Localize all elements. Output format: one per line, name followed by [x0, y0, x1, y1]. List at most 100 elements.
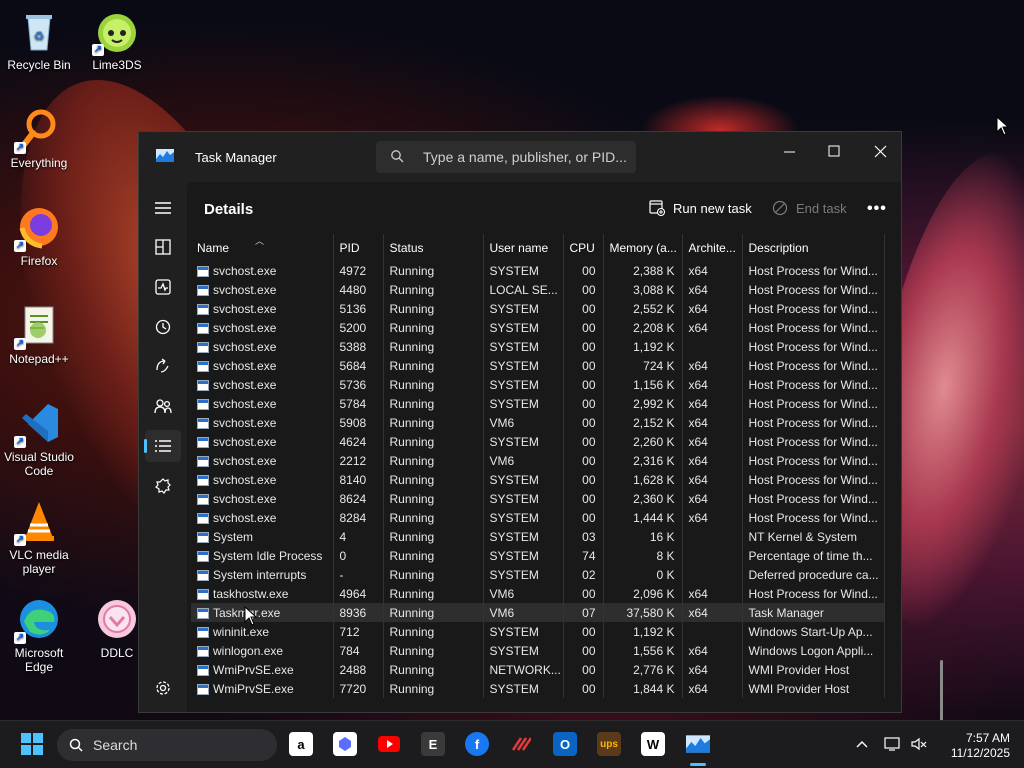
column-header-description[interactable]: Description: [742, 234, 885, 261]
cell-cpu: 00: [563, 318, 604, 337]
table-row[interactable]: svchost.exe 5908 Running VM6 00 2,152 Kx64 Hos…: [191, 413, 885, 432]
taskbar-facebook[interactable]: f: [465, 732, 489, 756]
cell-pid: 5736: [333, 375, 384, 394]
cell-pid: 712: [333, 622, 384, 641]
table-row[interactable]: svchost.exe 4972 Running SYSTEM 00 2,388 Kx64…: [191, 261, 885, 280]
title-bar[interactable]: Task Manager Type a name, publisher, or …: [139, 132, 901, 182]
table-row[interactable]: winlogon.exe 784 Running SYSTEM 00 1,556 Kx64…: [191, 641, 885, 660]
nav-performance[interactable]: [145, 271, 181, 303]
table-row[interactable]: System Idle Process 0 Running SYSTEM 74 8 K Pe…: [191, 546, 885, 565]
table-row[interactable]: wininit.exe 712 Running SYSTEM 00 1,192 K Wind…: [191, 622, 885, 641]
start-button[interactable]: [20, 732, 44, 756]
table-row[interactable]: svchost.exe 2212 Running VM6 00 2,316 Kx64 Hos…: [191, 451, 885, 470]
process-icon: [197, 265, 209, 277]
column-header-name[interactable]: Name: [191, 234, 334, 261]
desktop-icon-recycle-bin[interactable]: ♻ Recycle Bin: [0, 8, 78, 72]
taskbar-amazon[interactable]: a: [289, 732, 313, 756]
cell-status: Running: [383, 584, 484, 603]
show-hidden-icons-button[interactable]: [850, 732, 874, 756]
desktop-icon-label: VLC media player: [9, 548, 69, 576]
process-icon: [197, 607, 209, 619]
table-row[interactable]: WmiPrvSE.exe 7720 Running SYSTEM 00 1,844 Kx6…: [191, 679, 885, 698]
table-row[interactable]: svchost.exe 4624 Running SYSTEM 00 2,260 Kx64…: [191, 432, 885, 451]
taskbar-search-label: Search: [93, 737, 138, 753]
cell-user-name: VM6: [483, 584, 564, 603]
table-row[interactable]: System 4 Running SYSTEM 03 16 K NT Kernel & Sy…: [191, 527, 885, 546]
process-icon: [197, 417, 209, 429]
desktop-icon-edge[interactable]: ↗ Microsoft Edge: [0, 596, 78, 674]
more-options-button[interactable]: •••: [867, 200, 887, 218]
run-new-task-button[interactable]: Run new task: [649, 200, 752, 216]
users-icon: [154, 399, 172, 414]
cell-name: svchost.exe: [191, 394, 334, 413]
desktop-icon-notepadpp[interactable]: ↗ Notepad++: [0, 302, 78, 366]
cell-pid: 4964: [333, 584, 384, 603]
process-icon: [197, 569, 209, 581]
desktop-icon-lime3ds[interactable]: ↗ Lime3DS: [78, 8, 156, 72]
table-row[interactable]: svchost.exe 5136 Running SYSTEM 00 2,552 Kx64…: [191, 299, 885, 318]
table-row[interactable]: Taskmgr.exe8936RunningVM60737,580 Kx64Ta…: [191, 603, 885, 622]
settings-button[interactable]: [145, 672, 181, 704]
nav-startup-apps[interactable]: [145, 350, 181, 382]
cell-description: WMI Provider Host: [742, 679, 885, 698]
hamburger-menu-button[interactable]: [145, 192, 181, 224]
cell-architecture: [682, 565, 743, 584]
minimize-button[interactable]: [774, 138, 804, 164]
taskbar-youtube[interactable]: [377, 732, 401, 756]
taskbar-task-manager[interactable]: [685, 732, 711, 756]
column-header-memory[interactable]: Memory (a...: [603, 234, 683, 261]
table-row[interactable]: svchost.exe 8624 Running SYSTEM 00 2,360 Kx64…: [191, 489, 885, 508]
cell-pid: 5908: [333, 413, 384, 432]
column-header-pid[interactable]: PID: [333, 234, 384, 261]
table-row[interactable]: svchost.exe 5684 Running SYSTEM 00 724 Kx64 Ho…: [191, 356, 885, 375]
taskbar-wikipedia[interactable]: W: [641, 732, 665, 756]
facebook-icon: f: [474, 736, 480, 752]
cell-architecture: x64: [682, 413, 743, 432]
desktop-icon-everything[interactable]: ↗ Everything: [0, 106, 78, 170]
cell-description: Host Process for Wind...: [742, 394, 885, 413]
desktop-icon-vlc[interactable]: ↗ VLC media player: [0, 498, 78, 576]
maximize-button[interactable]: [819, 138, 849, 164]
column-header-user-name[interactable]: User name: [483, 234, 564, 261]
column-header-cpu[interactable]: CPU: [563, 234, 604, 261]
desktop-icon-firefox[interactable]: ↗ Firefox: [0, 204, 78, 268]
table-row[interactable]: svchost.exe 5388 Running SYSTEM 00 1,192 K Hos…: [191, 337, 885, 356]
table-row[interactable]: svchost.exe 5784 Running SYSTEM 00 2,992 Kx64…: [191, 394, 885, 413]
volume-button[interactable]: [907, 732, 931, 756]
cell-pid: 8936: [333, 603, 384, 622]
process-name: svchost.exe: [213, 301, 277, 316]
cell-memory: 1,444 K: [603, 508, 683, 527]
taskbar-outlook[interactable]: O: [553, 732, 577, 756]
nav-processes[interactable]: [145, 231, 181, 263]
column-header-architecture[interactable]: Archite...: [682, 234, 743, 261]
taskbar-copilot[interactable]: [333, 732, 357, 756]
table-row[interactable]: svchost.exe 8140 Running SYSTEM 00 1,628 Kx64…: [191, 470, 885, 489]
desktop-icon-vscode[interactable]: ↗ Visual Studio Code: [0, 400, 78, 478]
nav-services[interactable]: [145, 470, 181, 502]
nav-details[interactable]: [144, 430, 181, 462]
nav-users[interactable]: [145, 390, 181, 422]
close-button[interactable]: [865, 138, 895, 164]
table-row[interactable]: svchost.exe 8284 Running SYSTEM 00 1,444 Kx64…: [191, 508, 885, 527]
table-row[interactable]: svchost.exe 4480 Running LOCAL SE... 00 3,088…: [191, 280, 885, 299]
nav-app-history[interactable]: [145, 311, 181, 343]
cell-description: Host Process for Wind...: [742, 375, 885, 394]
taskbar-search[interactable]: Search: [57, 729, 277, 761]
cell-pid: 4: [333, 527, 384, 546]
cell-cpu: 00: [563, 451, 604, 470]
system-clock[interactable]: 7:57 AM 11/12/2025: [930, 731, 1010, 761]
end-task-button[interactable]: End task: [772, 200, 847, 216]
taskbar-app-red[interactable]: [509, 732, 533, 756]
table-row[interactable]: WmiPrvSE.exe 2488 Running NETWORK... 00 2,776…: [191, 660, 885, 679]
taskbar-epic[interactable]: E: [421, 732, 445, 756]
table-row[interactable]: System interrupts - Running SYSTEM 02 0 K Defe…: [191, 565, 885, 584]
table-row[interactable]: svchost.exe 5736 Running SYSTEM 00 1,156 Kx64…: [191, 375, 885, 394]
table-row[interactable]: svchost.exe 5200 Running SYSTEM 00 2,208 Kx64…: [191, 318, 885, 337]
column-header-status[interactable]: Status: [383, 234, 484, 261]
cell-name: wininit.exe: [191, 622, 334, 641]
table-row[interactable]: taskhostw.exe 4964 Running VM6 00 2,096 Kx64 H…: [191, 584, 885, 603]
network-status-button[interactable]: [881, 732, 905, 756]
taskbar-ups[interactable]: ups: [597, 732, 621, 756]
search-input[interactable]: Type a name, publisher, or PID...: [376, 141, 636, 173]
cell-cpu: 00: [563, 432, 604, 451]
